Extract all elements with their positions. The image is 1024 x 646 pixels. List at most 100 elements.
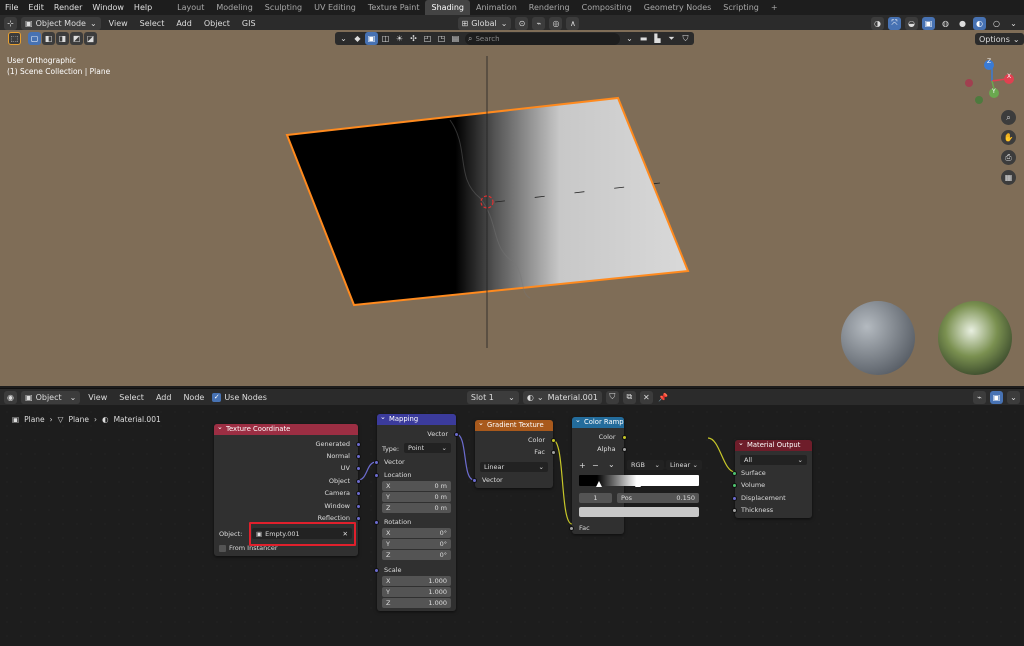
vp-menu-gis[interactable]: GIS — [238, 19, 260, 28]
camera-filter-icon[interactable]: ◫ — [379, 32, 392, 45]
socket-alpha-out[interactable] — [621, 447, 627, 452]
socket-color-out[interactable] — [621, 435, 627, 440]
snap-node-icon[interactable]: ⌁ — [973, 390, 986, 404]
menu-file[interactable]: File — [0, 0, 23, 15]
scale-y[interactable]: Y 1.000 — [382, 587, 451, 597]
solid-shading-icon[interactable]: ● — [956, 17, 969, 30]
overlay-icon[interactable]: ◒ — [905, 16, 918, 30]
tab-animation[interactable]: Animation — [470, 0, 523, 15]
rendered-shading-icon[interactable]: ○ — [990, 17, 1003, 30]
node-title[interactable]: Mapping — [377, 412, 456, 425]
tab-modeling[interactable]: Modeling — [210, 0, 258, 15]
collapse-icon[interactable]: ⌄ — [623, 32, 636, 45]
xray-icon[interactable]: ▣ — [922, 16, 935, 30]
socket-camera[interactable] — [356, 491, 361, 496]
options-dropdown[interactable]: Options ⌄ — [975, 33, 1024, 45]
location-z[interactable]: Z 0 m — [382, 503, 451, 513]
perspective-toggle-icon[interactable]: ▦ — [1001, 170, 1016, 185]
tab-scripting[interactable]: Scripting — [717, 0, 765, 15]
socket-window[interactable] — [356, 504, 361, 509]
select-subtract-icon[interactable]: ◨ — [56, 32, 69, 45]
rotation-z[interactable]: Z 0° — [382, 550, 451, 560]
stop-color-swatch[interactable] — [579, 507, 699, 517]
slot-dropdown[interactable]: Slot 1 ⌄ — [466, 390, 519, 404]
tab-uv-editing[interactable]: UV Editing — [308, 0, 362, 15]
color-palette-icon[interactable]: ◆ — [351, 32, 364, 45]
vp-menu-object[interactable]: Object — [200, 19, 234, 28]
ne-menu-node[interactable]: Node — [179, 393, 208, 402]
node-overlay-icon[interactable]: ▣ — [990, 390, 1003, 404]
camera-view-icon[interactable]: ⎙ — [1001, 150, 1016, 165]
gizmo-x-label[interactable]: X — [1007, 73, 1011, 80]
mode-dropdown[interactable]: ▣ Object Mode ⌄ — [21, 16, 101, 30]
socket-thickness[interactable] — [732, 508, 737, 513]
socket-rotation[interactable] — [374, 520, 379, 525]
socket-volume[interactable] — [732, 483, 737, 488]
material-shading-icon[interactable]: ◐ — [973, 16, 986, 30]
search-field[interactable]: ⌕ Search — [465, 32, 620, 45]
curve-filter-icon[interactable]: ◳ — [435, 32, 448, 45]
scale-x[interactable]: X 1.000 — [382, 576, 451, 586]
select-extend-icon[interactable]: ◧ — [42, 32, 55, 45]
rotation-x[interactable]: X 0° — [382, 528, 451, 538]
pan-hand-icon[interactable]: ✋ — [1001, 130, 1016, 145]
node-title[interactable]: Color Ramp — [572, 415, 624, 428]
type-dropdown[interactable]: Point ⌄ — [404, 443, 451, 453]
scale-z[interactable]: Z 1.000 — [382, 598, 451, 608]
location-x[interactable]: X 0 m — [382, 481, 451, 491]
ne-menu-select[interactable]: Select — [115, 393, 148, 402]
socket-fac-in[interactable] — [569, 526, 574, 531]
unlink-material-icon[interactable]: ✕ — [639, 390, 653, 404]
node-editor-canvas[interactable]: ▣ Plane › ▽ Plane › ◐ Material.001 Textu… — [0, 405, 1024, 646]
proportional-edit-icon[interactable]: ◎ — [549, 16, 563, 30]
falloff-icon[interactable]: ∧ — [566, 16, 580, 30]
color-ramp-node[interactable]: Color Ramp Color Alpha + − ⌄ RGB ⌄ Linear… — [569, 415, 702, 534]
node-title[interactable]: Material Output — [735, 438, 812, 451]
remove-stop-button[interactable]: − — [592, 461, 599, 470]
rotation-y[interactable]: Y 0° — [382, 539, 451, 549]
gizmo-z-label[interactable]: Z — [987, 58, 991, 65]
stop-handle-white[interactable] — [635, 481, 641, 487]
menu-help[interactable]: Help — [129, 0, 157, 15]
use-nodes-toggle[interactable]: ✓ Use Nodes — [212, 392, 267, 402]
socket-scale[interactable] — [374, 568, 379, 573]
socket-normal[interactable] — [356, 454, 361, 459]
ne-menu-view[interactable]: View — [84, 393, 111, 402]
other-filter-icon[interactable]: ◰ — [421, 32, 434, 45]
tab-geometry-nodes[interactable]: Geometry Nodes — [638, 0, 717, 15]
socket-color-out[interactable] — [551, 438, 556, 443]
node-overlay-dropdown-icon[interactable]: ⌄ — [1007, 390, 1020, 404]
socket-vector-in[interactable] — [472, 478, 477, 483]
tab-sculpting[interactable]: Sculpting — [259, 0, 308, 15]
socket-uv[interactable] — [356, 466, 361, 471]
duplicate-material-icon[interactable]: ⧉ — [622, 390, 636, 404]
stop-position-field[interactable]: Pos 0.150 — [617, 493, 699, 503]
socket-reflection[interactable] — [356, 516, 361, 521]
zoom-icon[interactable]: ⌕ — [1001, 110, 1016, 125]
sort-icon[interactable]: ▬ — [637, 32, 650, 45]
select-intersect-icon[interactable]: ◪ — [84, 32, 97, 45]
shield-icon[interactable]: ⛉ — [679, 32, 692, 45]
empty-filter-icon[interactable]: ✣ — [407, 32, 420, 45]
material-selector[interactable]: ◐ ⌄ Material.001 — [522, 390, 602, 404]
shading-dropdown-icon[interactable]: ⌄ — [1007, 17, 1020, 30]
tab-compositing[interactable]: Compositing — [576, 0, 638, 15]
socket-vector-in[interactable] — [374, 460, 379, 465]
tab-layout[interactable]: Layout — [171, 0, 210, 15]
add-stop-button[interactable]: + — [579, 461, 586, 470]
tab-shading[interactable]: Shading — [425, 0, 470, 15]
gizmo-icon[interactable]: ⤧ — [888, 16, 901, 30]
select-new-icon[interactable]: ▢ — [28, 32, 41, 45]
node-title[interactable]: Gradient Texture — [475, 418, 553, 431]
menu-edit[interactable]: Edit — [23, 0, 49, 15]
select-tool-icon[interactable]: ⬚ — [8, 32, 21, 45]
menu-window[interactable]: Window — [87, 0, 129, 15]
gizmo-y-label[interactable]: Y — [992, 88, 996, 95]
vp-menu-select[interactable]: Select — [136, 19, 169, 28]
tab-rendering[interactable]: Rendering — [523, 0, 576, 15]
node-title[interactable]: Texture Coordinate — [214, 422, 358, 435]
mesh-filter-icon[interactable]: ▣ — [365, 32, 378, 45]
socket-location[interactable] — [374, 473, 379, 478]
location-y[interactable]: Y 0 m — [382, 492, 451, 502]
pivot-icon[interactable]: ⊙ — [515, 16, 529, 30]
